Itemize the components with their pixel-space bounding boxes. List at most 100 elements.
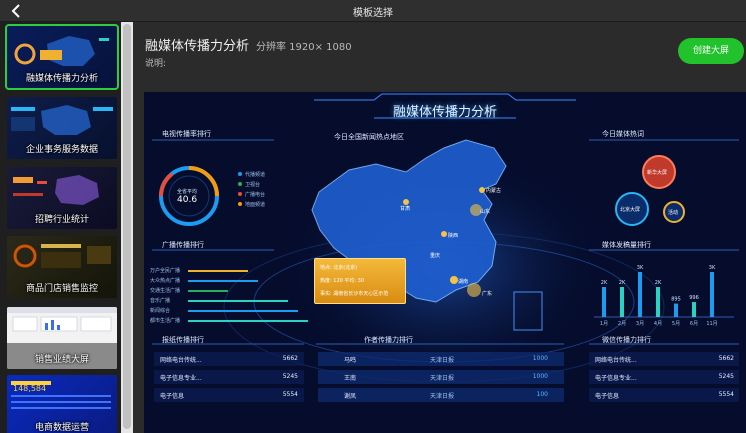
bubble-label: 活动: [668, 210, 679, 216]
news-row-value: 5662: [282, 355, 298, 362]
radio-row: 都市生活广播: [150, 318, 181, 324]
template-label: 融媒体传播力分析: [25, 74, 98, 84]
media-bar-value: 2K: [655, 280, 662, 286]
author-rank-title: 作者传播力排行: [364, 336, 413, 344]
map-city: 重庆: [430, 253, 441, 259]
wechat-row-value: 5662: [718, 355, 734, 362]
media-bar-label: 1月: [600, 321, 608, 327]
template-title: 融媒体传播力分析: [145, 39, 250, 54]
template-label: 电商数据运营: [34, 423, 89, 433]
map-city: 甘肃: [400, 206, 411, 212]
wechat-rank-title: 微信传播力排行: [602, 336, 651, 344]
page-title: 模板选择: [353, 8, 393, 19]
template-preview: 2K 1月 2K 2月 3K 3月 2K 4月 895 5月 996 6月 3K 11月 融媒体传播力分析…: [144, 92, 746, 433]
popup-line: 热度: 120 平均: 30: [320, 278, 365, 284]
radio-row: 音乐广播: [150, 298, 171, 304]
media-bar-value: 3K: [637, 265, 644, 271]
wechat-row-name: 电子信息专业...: [595, 375, 637, 382]
gauge-label: 全省平均: [177, 189, 198, 195]
tv-legend-item: 代播频道: [245, 172, 266, 178]
create-screen-button[interactable]: 创建大屏: [678, 38, 744, 64]
media-bar-value: 2K: [619, 280, 626, 286]
media-bar-value: 895: [671, 297, 681, 303]
template-label: 销售业绩大屏: [34, 355, 89, 365]
map-city: 广东: [482, 291, 493, 297]
template-resolution: 分辨率 1920× 1080: [256, 42, 352, 53]
popup-line: 地点: 北京(北京): [320, 265, 358, 271]
map-popup: 地点: 北京(北京) 热度: 120 平均: 30 事实: 湖南省长沙市天心区示…: [314, 258, 406, 304]
map-city: 内蒙古: [486, 188, 502, 194]
bubble-label: 新华大屏: [647, 170, 668, 176]
bubble-label: 北京大屏: [620, 207, 641, 213]
template-detail: 融媒体传播力分析 分辨率 1920× 1080 说明: 创建大屏 2K 1月 2…: [133, 22, 746, 433]
dashboard-title: 融媒体传播力分析: [392, 105, 497, 120]
author-row-name: 王南: [344, 375, 357, 382]
scrollbar-thumb[interactable]: [123, 24, 131, 429]
thumb-stat: 148,584: [13, 384, 47, 393]
author-row-name: 马鸣: [344, 357, 357, 364]
title-bar: 模板选择: [0, 0, 746, 22]
author-row-value: 1000: [532, 355, 548, 362]
author-row-value: 1000: [532, 373, 548, 380]
tv-legend-item: 卫视台: [245, 182, 261, 188]
map-title: 今日全国新闻热点地区: [334, 133, 404, 141]
author-row-org: 天津日报: [430, 375, 455, 382]
template-thumb-1[interactable]: 融媒体传播力分析: [5, 24, 119, 90]
map-city: 山东: [480, 209, 491, 215]
media-bar-value: 3K: [709, 265, 716, 271]
media-bar: [602, 287, 606, 317]
author-row-value: 100: [536, 391, 548, 398]
template-thumb-6[interactable]: 148,584 电商数据运营: [7, 375, 117, 433]
map-city: 陕西: [448, 233, 459, 239]
map-city: 湖南: [458, 279, 469, 285]
media-bar-value: 2K: [601, 280, 608, 286]
radio-row: 万户全民广播: [150, 268, 181, 274]
template-label: 企业事务服务数据: [25, 145, 98, 155]
tv-legend-item: 广播电台: [245, 192, 266, 198]
media-bar: [710, 272, 714, 317]
media-bar: [620, 287, 624, 317]
template-thumb-3[interactable]: 招聘行业统计: [7, 167, 117, 229]
media-bar-label: 11月: [706, 321, 717, 327]
wechat-row-name: 网络电台传统...: [595, 357, 637, 364]
media-rank-title: 媒体发稿量排行: [602, 241, 651, 249]
wechat-row-value: 5245: [718, 373, 734, 380]
media-bar-label: 3月: [636, 321, 644, 327]
template-list: 融媒体传播力分析 企业事务服务数据 招聘行业统计 商品门店销售监控 销售业绩大屏…: [0, 22, 121, 433]
news-row-name: 电子信息专业...: [160, 375, 202, 382]
news-row-name: 电子信息: [160, 393, 185, 400]
media-bar-label: 5月: [672, 321, 680, 327]
template-description-label: 说明:: [145, 59, 167, 69]
author-row-org: 天津日报: [430, 393, 455, 400]
media-bar-value: 996: [689, 295, 699, 301]
author-row-org: 天津日报: [430, 357, 455, 364]
media-bar: [656, 287, 660, 317]
news-row-value: 5245: [282, 373, 298, 380]
media-bar-label: 2月: [618, 321, 626, 327]
radio-row: 新闻综合: [150, 308, 171, 314]
news-rank-title: 报纸传播排行: [162, 336, 204, 344]
media-today-title: 今日媒体热词: [602, 130, 644, 138]
popup-line: 事实: 湖南省长沙市天心区示范: [320, 291, 389, 297]
gauge-value: 40.6: [177, 195, 198, 205]
media-bar: [638, 272, 642, 317]
radio-row: 交通生活广播: [150, 288, 181, 294]
media-bar: [674, 303, 678, 317]
news-row-name: 网络电台传统...: [160, 357, 202, 364]
template-thumb-4[interactable]: 商品门店销售监控: [7, 236, 117, 298]
radio-row: 大众热点广播: [150, 278, 181, 284]
template-thumb-2[interactable]: 企业事务服务数据: [7, 97, 117, 159]
media-bar-label: 4月: [654, 321, 662, 327]
media-bar-label: 6月: [690, 321, 698, 327]
wechat-row-value: 5554: [718, 391, 734, 398]
template-label: 商品门店销售监控: [25, 284, 98, 294]
template-label: 招聘行业统计: [34, 215, 89, 225]
wechat-row-name: 电子信息: [595, 393, 620, 400]
media-bar: [692, 302, 696, 317]
template-thumb-5[interactable]: 销售业绩大屏: [7, 307, 117, 369]
tv-legend-item: 地面频道: [245, 202, 266, 208]
news-row-value: 5554: [282, 391, 298, 398]
tv-rank-title: 电视传播率排行: [162, 130, 211, 138]
author-row-name: 谢凤: [344, 393, 357, 400]
radio-rank-title: 广播传播排行: [162, 241, 204, 249]
